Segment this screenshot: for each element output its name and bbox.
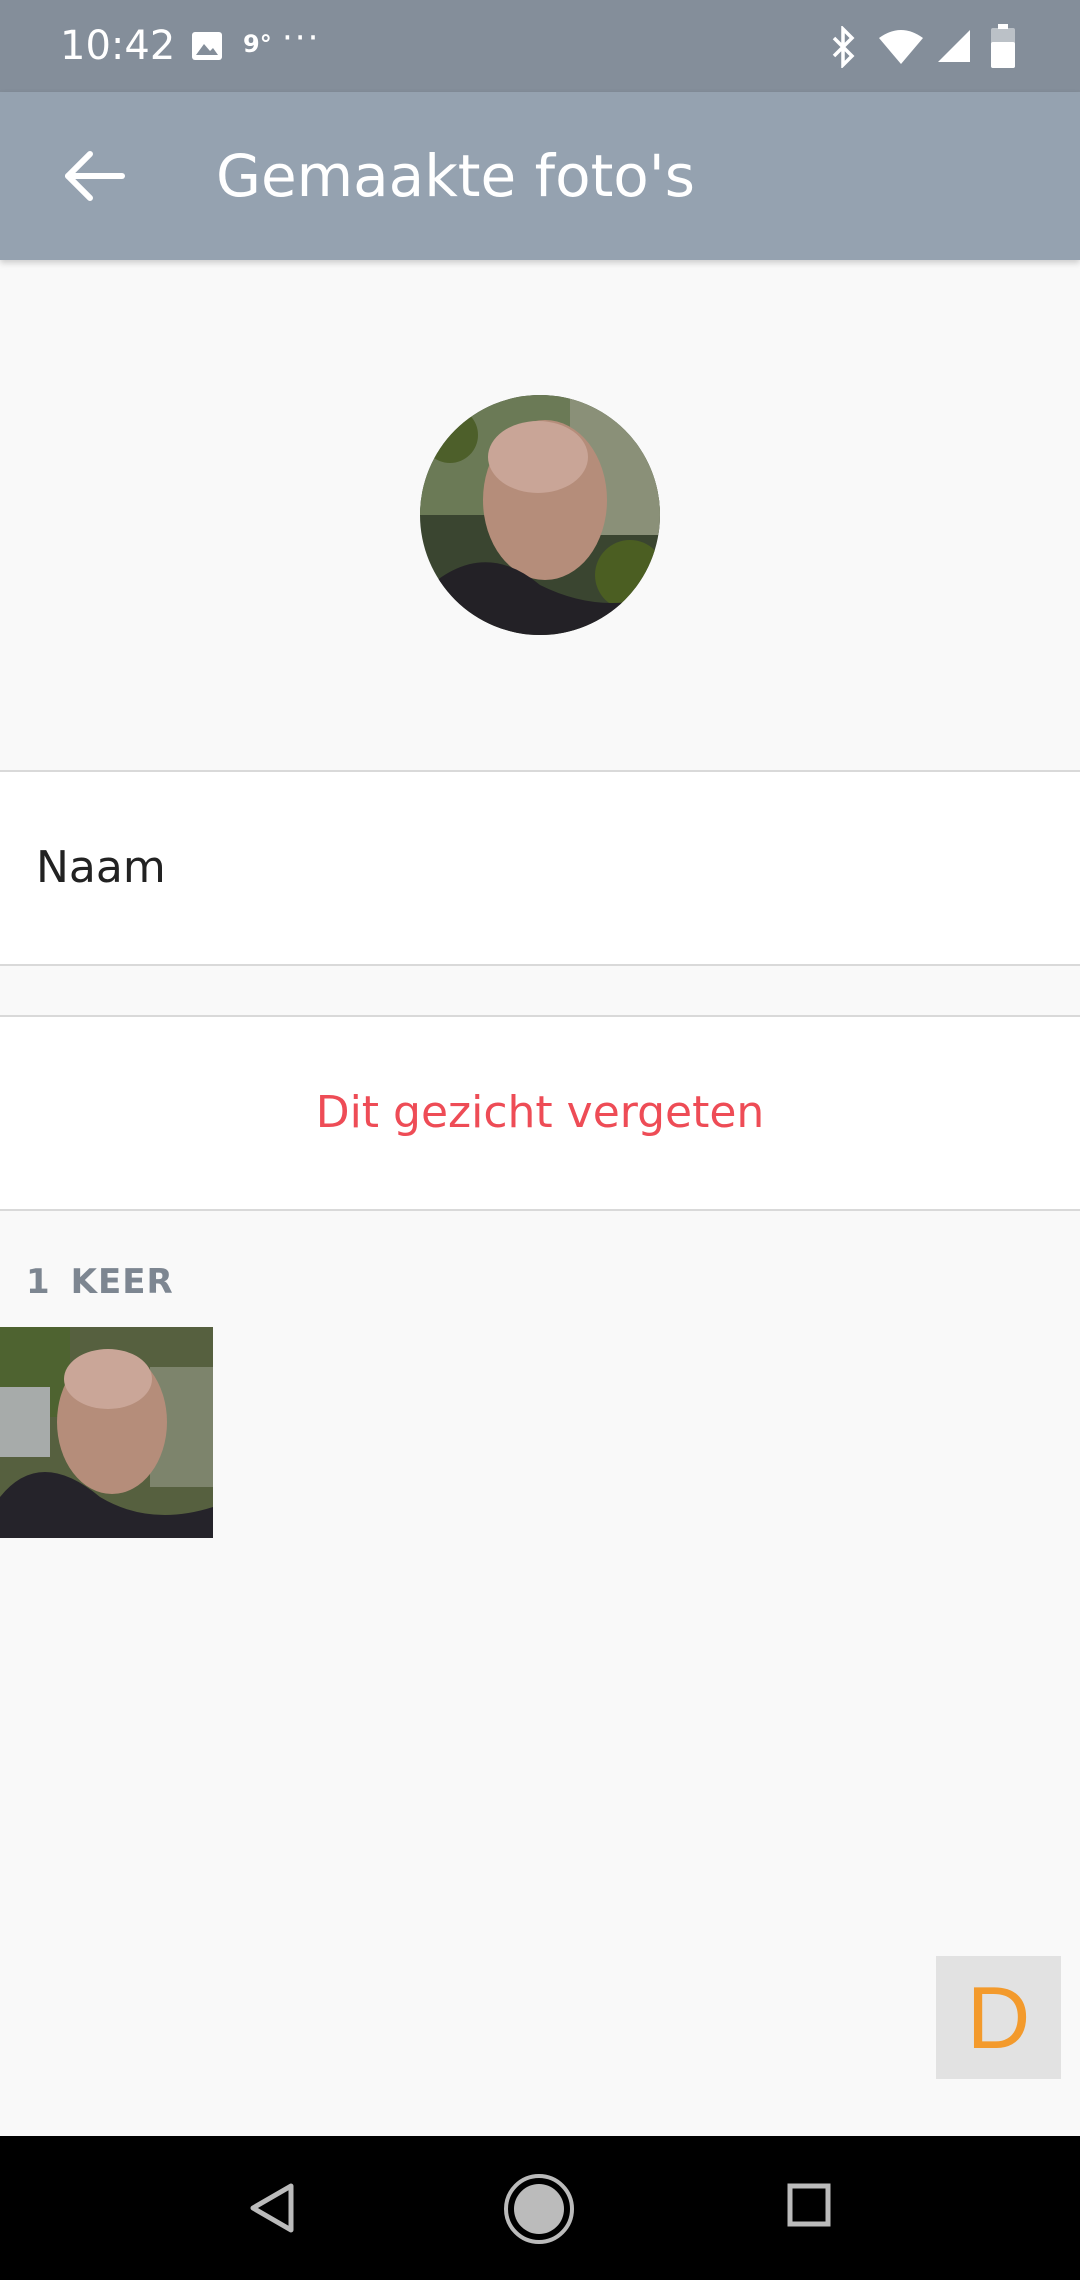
status-bar: 10:42 9° ···	[0, 0, 1080, 92]
recents-square-icon[interactable]	[786, 2182, 832, 2228]
forget-face-button[interactable]: Dit gezicht vergeten	[0, 1015, 1080, 1211]
photo-count: 1	[26, 1262, 51, 1302]
navigation-bar	[0, 2136, 1080, 2280]
arrow-left-icon	[65, 151, 125, 201]
battery-icon	[991, 24, 1015, 68]
photo-thumbnail[interactable]	[0, 1327, 213, 1538]
forget-face-label: Dit gezicht vergeten	[315, 1087, 765, 1138]
wifi-icon	[879, 30, 923, 64]
image-icon	[192, 32, 222, 60]
photo-count-header: 1 KEER	[26, 1262, 174, 1302]
page-title: Gemaakte foto's	[216, 142, 695, 210]
app-bar: Gemaakte foto's	[0, 92, 1080, 260]
status-time: 10:42	[60, 23, 176, 69]
back-triangle-icon[interactable]	[245, 2180, 299, 2236]
photo-count-label: KEER	[70, 1262, 174, 1302]
d-badge[interactable]: D	[936, 1956, 1061, 2079]
bluetooth-icon	[832, 26, 855, 68]
more-notifications-indicator: ···	[282, 18, 321, 58]
name-placeholder: Naam	[36, 842, 166, 893]
face-avatar	[420, 395, 660, 635]
back-button[interactable]	[56, 136, 136, 216]
name-field[interactable]: Naam	[0, 770, 1080, 966]
home-circle-icon[interactable]	[502, 2172, 576, 2246]
signal-icon	[938, 30, 970, 62]
status-temperature: 9°	[243, 30, 272, 58]
